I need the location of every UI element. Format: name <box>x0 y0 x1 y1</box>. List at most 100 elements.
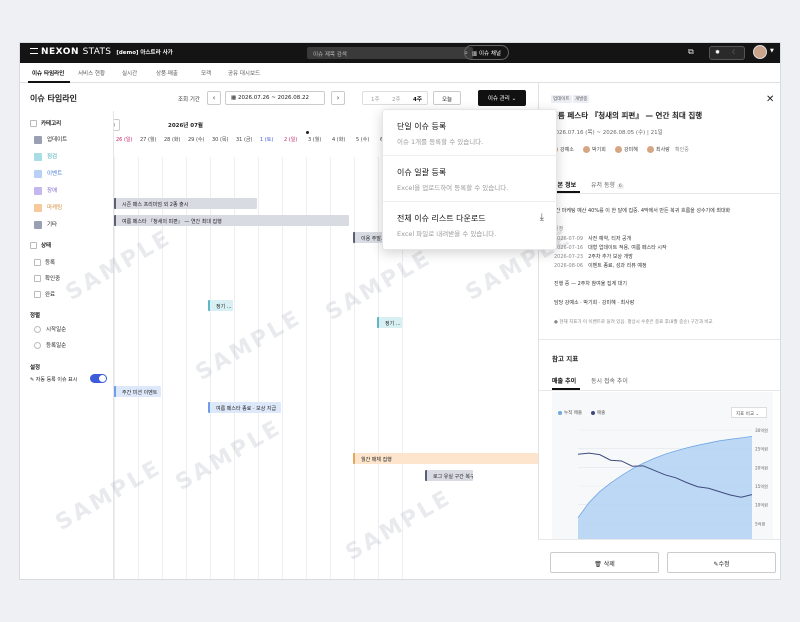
range-2w[interactable]: 2주 <box>392 95 401 103</box>
issue-search-input[interactable]: 이슈 제목 검색 ⌕ <box>307 47 473 59</box>
tab-realtime[interactable]: 실시간 <box>122 69 137 77</box>
schedule-item: 2026-07-23 2주차 추가 보상 개방 <box>554 254 633 260</box>
issue-title: 여름 페스타 『청새의 피편』 — 연간 최대 집행 <box>551 111 703 120</box>
day-label: 27 (월) <box>140 137 157 143</box>
checkbox[interactable] <box>34 275 41 282</box>
prev-period-button[interactable]: ‹ <box>207 91 221 105</box>
day-label: 30 (목) <box>212 137 229 143</box>
checkbox[interactable] <box>30 242 37 249</box>
tab-user-trend[interactable]: 유저 동향 6 <box>591 180 624 189</box>
category-incident[interactable]: 장애 <box>34 186 57 195</box>
tab-products-sales[interactable]: 상품·매출 <box>156 69 178 77</box>
status-registered[interactable]: 등록 <box>34 258 55 266</box>
status-badge: 개발중 <box>573 95 590 103</box>
radio[interactable] <box>34 326 41 333</box>
category-etc[interactable]: 기타 <box>34 220 57 229</box>
timeline-bar[interactable]: 정기 ... <box>208 300 233 311</box>
horizontal-scrollbar[interactable] <box>305 579 321 580</box>
next-period-button[interactable]: › <box>331 91 345 105</box>
delete-button[interactable]: 🗑 삭제 <box>550 552 659 573</box>
issue-manage-button[interactable]: 이슈 관리 ⌄ <box>478 90 526 106</box>
calendar-icon: ▦ <box>231 95 237 101</box>
app-window: NEXON STATS [demo] 아스트라 사가 이슈 제목 검색 ⌕ ▥ 이슈… <box>19 42 781 580</box>
day-label: 26 (일) <box>116 137 133 143</box>
nav-tabs: 이슈 타임라인 서비스 현황 실시간 상품·매출 모객 공유 대시보드 <box>20 63 780 83</box>
edit-button[interactable]: ✎수정 <box>667 552 776 573</box>
series-area-cumulative <box>578 436 752 542</box>
status-checking[interactable]: 확인중 <box>34 274 60 282</box>
checkbox[interactable] <box>30 120 37 127</box>
timeline-bar[interactable]: 여름 페스타 『청새의 피편』 — 연간 최대 집행 <box>114 215 349 226</box>
date-range-picker[interactable]: ▦ 2026.07.26 ~ 2026.08.22 <box>225 91 325 105</box>
active-tab-indicator <box>28 81 70 83</box>
trash-icon: 🗑 <box>594 561 602 568</box>
menu-item-download-list[interactable]: 전체 이슈 리스트 다운로드 Excel 파일로 내려받을 수 있습니다. ⤓ <box>383 202 558 248</box>
range-1w[interactable]: 1주 <box>371 95 380 103</box>
category-event[interactable]: 이벤트 <box>34 169 62 178</box>
tool-icon: ✎ <box>30 377 35 383</box>
brand-logo[interactable]: NEXON STATS [demo] 아스트라 사가 <box>30 47 173 57</box>
issue-channel-button[interactable]: ▥ 이슈 채널 <box>464 45 509 60</box>
collapse-filters-button[interactable]: ‹ <box>114 119 120 131</box>
revenue-chart: 05억원10억원15억원20억원25억원30억원07.1607.1807.200… <box>572 427 774 556</box>
assignee: 강미혜 <box>615 146 638 153</box>
legend-item: 누적 매출 <box>558 410 582 416</box>
issue-manage-menu: 단일 이슈 등록 이슈 1개를 등록할 수 있습니다. 이슈 일괄 등록 Exc… <box>382 109 558 250</box>
theme-toggle[interactable]: ✹ ☾ <box>709 46 745 60</box>
sort-start-date[interactable]: 시작일순 <box>34 325 66 333</box>
auto-issue-toggle[interactable] <box>90 374 107 383</box>
sort-registered-date[interactable]: 등록일순 <box>34 341 66 349</box>
auto-issue-label: ✎ 자동 등록 이슈 표시 <box>30 377 78 383</box>
day-label: 31 (금) <box>236 137 253 143</box>
top-bar: NEXON STATS [demo] 아스트라 사가 이슈 제목 검색 ⌕ ▥ 이슈… <box>20 43 780 63</box>
range-4w[interactable]: 4주 <box>413 95 422 103</box>
menu-item-bulk-register[interactable]: 이슈 일괄 등록 Excel을 업로드하여 등록할 수 있습니다. <box>383 156 558 202</box>
checkbox[interactable] <box>34 291 41 298</box>
tab-ccu-trend[interactable]: 동시 접속 추이 <box>591 376 628 385</box>
radio[interactable] <box>34 342 41 349</box>
day-label: 1 (토) <box>260 137 274 143</box>
tab-issue-timeline[interactable]: 이슈 타임라인 <box>32 69 64 77</box>
reference-metrics-title: 참고 지표 <box>552 355 579 363</box>
book-icon: ▥ <box>472 51 478 57</box>
windows-icon[interactable]: ⧉ <box>688 47 694 57</box>
color-swatch <box>34 186 42 195</box>
sort-header: 정렬 <box>30 313 41 319</box>
category-marketing[interactable]: 마케팅 <box>34 203 62 212</box>
timeline-bar[interactable]: 시즌 패스 프리미엄 외 2종 출시 <box>114 198 257 209</box>
category-maintenance[interactable]: 점검 <box>34 152 57 161</box>
tab-service-status[interactable]: 서비스 현황 <box>78 69 105 77</box>
detail-footer: 🗑 삭제 ✎수정 <box>538 539 780 579</box>
schedule-item: 2026-07-09 사전 예약, 티저 공개 <box>554 236 632 242</box>
timeline-bar[interactable]: 로그 유실 구간 복구 <box>425 470 473 481</box>
today-button[interactable]: 오늘 <box>433 91 461 105</box>
timeline-bar[interactable]: 월간 매체 집행 <box>353 453 538 464</box>
y-tick-label: 20억원 <box>755 464 768 471</box>
status-done[interactable]: 완료 <box>34 290 55 298</box>
timeline-bar[interactable]: 정기 ... <box>377 317 402 328</box>
note-text: ● 현재 지표가 이 이벤트로 들려 있음. 평상시 수준은 종료 후(8월 중… <box>554 320 713 325</box>
tab-acquisition[interactable]: 모객 <box>201 69 211 77</box>
category-filter-header[interactable]: 카테고리 <box>30 119 61 127</box>
issue-summary: 연간 마케팅 예산 40%를 이 한 달에 집중. 4막에서 만든 복귀 흐름을… <box>551 208 731 214</box>
day-label: 3 (월) <box>308 137 322 143</box>
category-update[interactable]: 업데이트 <box>34 135 67 144</box>
chevron-down-icon[interactable]: ▼ <box>770 48 774 54</box>
close-icon[interactable]: ✕ <box>766 94 774 105</box>
status-filter-header[interactable]: 상태 <box>30 241 51 249</box>
tab-shared-dashboard[interactable]: 공유 대시보드 <box>228 69 260 77</box>
metric-compare-select[interactable]: 지표 비교 ⌄ <box>731 407 767 418</box>
checkbox[interactable] <box>34 259 41 266</box>
avatar[interactable] <box>753 45 767 59</box>
today-marker <box>306 131 309 134</box>
tab-revenue-trend[interactable]: 매출 추이 <box>552 376 576 385</box>
timeline-bar[interactable]: 여름 페스타 종료 · 보상 지급 <box>208 402 281 413</box>
day-gridline <box>354 157 355 579</box>
review-status: 확인중 <box>675 147 689 153</box>
timeline-bar[interactable]: 주간 미션 이벤트 <box>114 386 161 397</box>
menu-item-single-register[interactable]: 단일 이슈 등록 이슈 1개를 등록할 수 있습니다. <box>383 110 558 156</box>
y-tick-label: 15억원 <box>755 483 768 490</box>
workspace-name[interactable]: [demo] 아스트라 사가 <box>116 50 172 56</box>
color-swatch <box>34 169 42 178</box>
color-swatch <box>34 220 42 229</box>
